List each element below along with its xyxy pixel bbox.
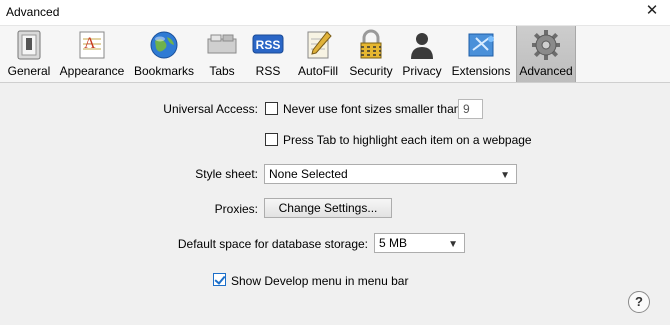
develop-menu-checkbox[interactable] — [213, 273, 226, 286]
tab-security[interactable]: Security — [347, 26, 395, 82]
tab-label: Advanced — [519, 64, 573, 78]
tab-bookmarks[interactable]: Bookmarks — [131, 26, 197, 82]
tab-label: Security — [349, 64, 393, 78]
proxies-label: Proxies: — [214, 202, 258, 216]
tab-highlight-checkbox[interactable] — [265, 133, 278, 146]
tab-label: Privacy — [402, 64, 442, 78]
chevron-down-icon: ▼ — [448, 239, 458, 250]
lock-icon — [360, 29, 382, 59]
tab-advanced[interactable]: Advanced — [516, 26, 576, 82]
person-icon — [411, 33, 433, 59]
tab-rss[interactable]: RSS RSS — [248, 26, 288, 82]
develop-menu-label: Show Develop menu in menu bar — [231, 274, 409, 288]
universal-access-label: Universal Access: — [163, 102, 258, 116]
min-font-size-label: Never use font sizes smaller than — [283, 102, 461, 116]
puzzle-icon — [468, 33, 494, 57]
change-settings-button[interactable]: Change Settings... — [264, 198, 392, 218]
min-font-size-checkbox[interactable] — [265, 102, 278, 115]
tabs-icon — [207, 34, 237, 54]
font-icon: A — [79, 31, 105, 59]
database-storage-select[interactable]: 5 MB ▼ — [374, 233, 465, 253]
database-storage-label: Default space for database storage: — [177, 237, 368, 251]
tab-label: Bookmarks — [133, 64, 195, 78]
tab-label: Extensions — [451, 64, 511, 78]
tab-label: Tabs — [209, 64, 235, 78]
chevron-down-icon: ▼ — [500, 170, 510, 181]
svg-text:A: A — [84, 35, 96, 52]
globe-icon — [150, 31, 178, 59]
pen-notepad-icon — [307, 31, 332, 59]
tab-tabs[interactable]: Tabs — [202, 26, 242, 82]
style-sheet-select[interactable]: None Selected ▼ — [264, 164, 517, 184]
style-sheet-value: None Selected — [269, 167, 348, 181]
tab-extensions[interactable]: Extensions — [450, 26, 512, 82]
preferences-toolbar: General A Appearance Bookmarks Tabs RSS … — [0, 26, 670, 83]
title-bar: Advanced ✕ — [0, 0, 670, 26]
tab-highlight-label: Press Tab to highlight each item on a we… — [283, 133, 532, 147]
help-button[interactable]: ? — [628, 291, 650, 313]
close-icon[interactable]: ✕ — [644, 3, 660, 19]
tab-privacy[interactable]: Privacy — [400, 26, 444, 82]
window-title: Advanced — [6, 5, 60, 19]
tab-label: AutoFill — [297, 64, 338, 78]
switch-icon — [17, 30, 41, 60]
tab-general[interactable]: General — [6, 26, 52, 82]
rss-icon: RSS — [252, 34, 284, 54]
svg-text:RSS: RSS — [256, 38, 281, 52]
min-font-size-input[interactable]: 9 — [458, 99, 483, 119]
gear-icon — [532, 30, 560, 60]
tab-appearance[interactable]: A Appearance — [56, 26, 128, 82]
tab-label: RSS — [255, 64, 281, 78]
style-sheet-label: Style sheet: — [195, 167, 258, 181]
tab-label: General — [7, 64, 51, 78]
database-storage-value: 5 MB — [379, 236, 408, 250]
tab-label: Appearance — [59, 64, 125, 78]
tab-autofill[interactable]: AutoFill — [294, 26, 342, 82]
